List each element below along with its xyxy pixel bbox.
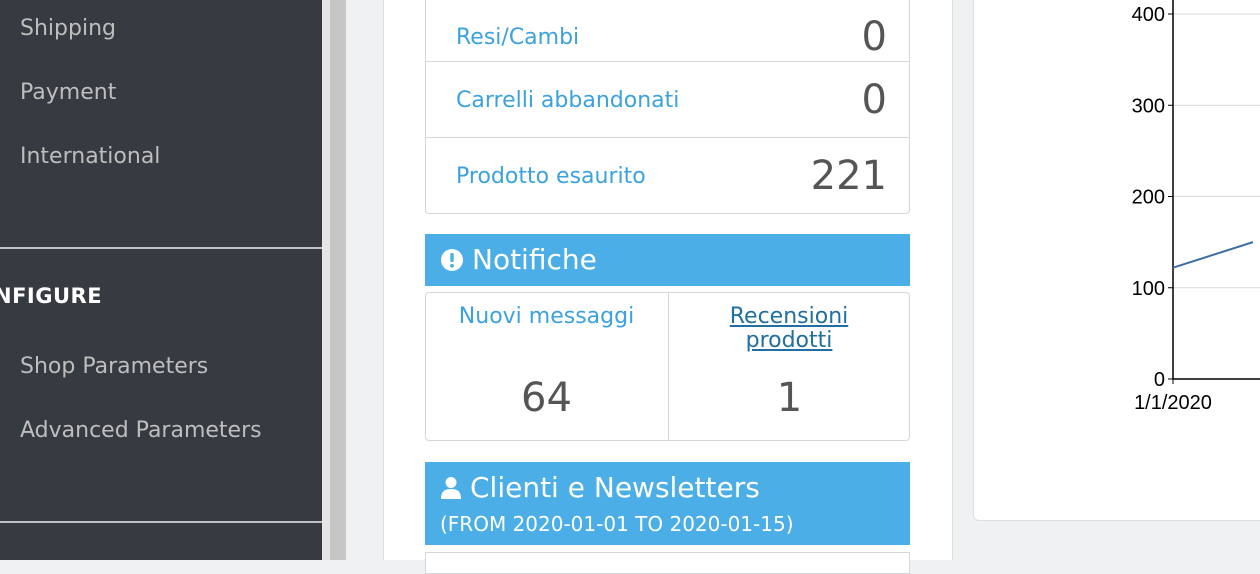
y-tick-label: 400 xyxy=(1132,4,1165,26)
y-tick-label: 200 xyxy=(1132,187,1165,209)
y-tick-label: 100 xyxy=(1132,278,1165,300)
line-chart: 0 100 200 300 400 1/1/2020 xyxy=(1132,0,1260,414)
series-line xyxy=(1172,241,1254,269)
y-tick-label: 300 xyxy=(1132,95,1165,117)
y-tick-label: 0 xyxy=(1154,369,1165,391)
x-tick-label: 1/1/2020 xyxy=(1134,392,1212,414)
